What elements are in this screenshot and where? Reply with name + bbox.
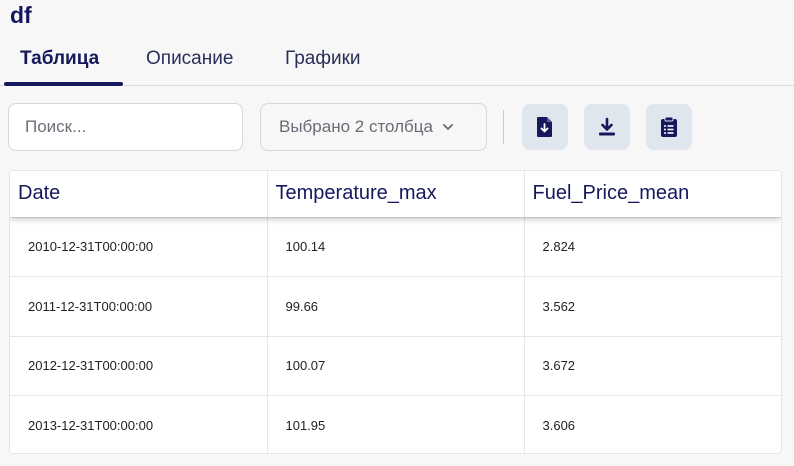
table-cell-fuel-price-mean: 3.562: [524, 276, 781, 336]
table-cell-temperature-max: 99.66: [267, 276, 525, 336]
file-download-icon: [537, 117, 552, 137]
active-tab-indicator: [4, 82, 123, 86]
page-title: df: [10, 2, 32, 28]
table-row: 2013-12-31T00:00:00 101.95 3.606: [10, 395, 781, 453]
table-cell-fuel-price-mean: 3.606: [524, 395, 781, 453]
table-row: 2011-12-31T00:00:00 99.66 3.562: [10, 276, 781, 336]
table-header-row: Date Temperature_max Fuel_Price_mean: [10, 171, 781, 217]
data-table: Date Temperature_max Fuel_Price_mean 201…: [9, 170, 782, 454]
tab-charts[interactable]: Графики: [285, 48, 361, 70]
tab-table[interactable]: Таблица: [20, 48, 99, 70]
tab-description[interactable]: Описание: [146, 48, 233, 70]
column-header-temperature-max[interactable]: Temperature_max: [267, 171, 525, 217]
download-button[interactable]: [584, 104, 630, 150]
table-row: 2010-12-31T00:00:00 100.14 2.824: [10, 216, 781, 277]
clipboard-list-icon: [661, 116, 677, 137]
tab-bar: Таблица Описание Графики: [0, 40, 794, 86]
toolbar-divider: [503, 110, 504, 144]
table-row: 2012-12-31T00:00:00 100.07 3.672: [10, 335, 781, 396]
table-cell-date: 2013-12-31T00:00:00: [10, 395, 268, 453]
table-cell-date: 2010-12-31T00:00:00: [10, 216, 268, 277]
column-select-dropdown[interactable]: Выбрано 2 столбца: [260, 103, 487, 151]
table-cell-date: 2012-12-31T00:00:00: [10, 335, 268, 396]
download-icon: [599, 117, 615, 136]
table-cell-fuel-price-mean: 2.824: [524, 216, 781, 277]
table-cell-fuel-price-mean: 3.672: [524, 335, 781, 396]
column-select-label: Выбрано 2 столбца: [279, 117, 433, 136]
column-header-date[interactable]: Date: [10, 171, 268, 217]
search-input[interactable]: [8, 103, 243, 151]
table-cell-temperature-max: 101.95: [267, 395, 525, 453]
chevron-down-icon: [443, 124, 453, 130]
table-cell-date: 2011-12-31T00:00:00: [10, 276, 268, 336]
table-cell-temperature-max: 100.14: [267, 216, 525, 277]
export-file-button[interactable]: [522, 104, 568, 150]
copy-to-clipboard-button[interactable]: [646, 104, 692, 150]
table-cell-temperature-max: 100.07: [267, 335, 525, 396]
column-header-fuel-price-mean[interactable]: Fuel_Price_mean: [524, 171, 781, 217]
